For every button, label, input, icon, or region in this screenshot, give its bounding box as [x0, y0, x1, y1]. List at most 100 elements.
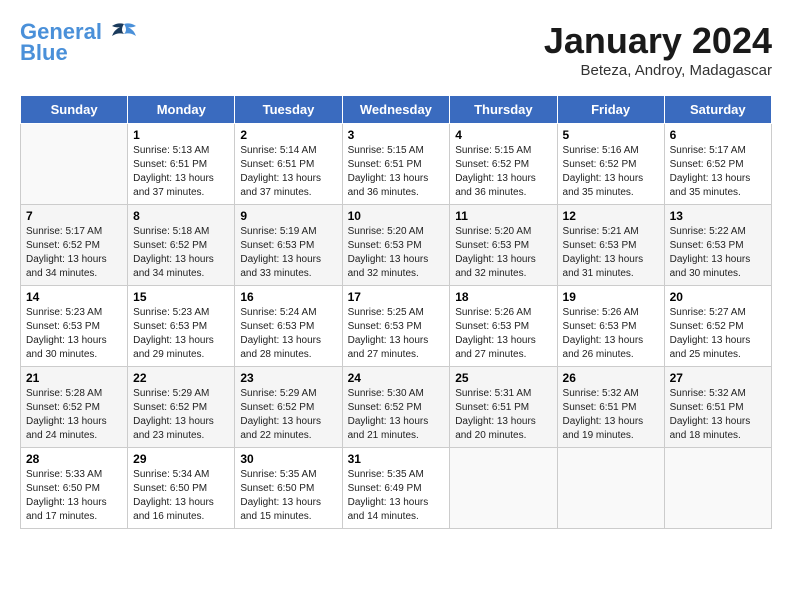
weekday-header: Wednesday	[342, 96, 450, 124]
calendar-cell	[21, 124, 128, 205]
day-number: 1	[133, 128, 229, 142]
calendar-cell: 1 Sunrise: 5:13 AM Sunset: 6:51 PM Daylig…	[128, 124, 235, 205]
calendar-week-row: 1 Sunrise: 5:13 AM Sunset: 6:51 PM Daylig…	[21, 124, 772, 205]
day-info: Sunrise: 5:13 AM Sunset: 6:51 PM Dayligh…	[133, 144, 229, 200]
day-info: Sunrise: 5:29 AM Sunset: 6:52 PM Dayligh…	[133, 387, 229, 443]
calendar-cell: 17 Sunrise: 5:25 AM Sunset: 6:53 PM Dayli…	[342, 286, 450, 367]
day-info: Sunrise: 5:22 AM Sunset: 6:53 PM Dayligh…	[670, 225, 766, 281]
calendar-cell: 31 Sunrise: 5:35 AM Sunset: 6:49 PM Dayli…	[342, 448, 450, 529]
day-info: Sunrise: 5:31 AM Sunset: 6:51 PM Dayligh…	[455, 387, 551, 443]
weekday-header: Sunday	[21, 96, 128, 124]
calendar-week-row: 21 Sunrise: 5:28 AM Sunset: 6:52 PM Dayli…	[21, 367, 772, 448]
day-info: Sunrise: 5:15 AM Sunset: 6:51 PM Dayligh…	[348, 144, 445, 200]
day-number: 3	[348, 128, 445, 142]
calendar-cell: 2Sunrise: 5:14 AM Sunset: 6:51 PM Daylig…	[235, 124, 342, 205]
day-number: 11	[455, 209, 551, 223]
title-block: January 2024 Beteza, Androy, Madagascar	[544, 20, 772, 79]
weekday-header: Monday	[128, 96, 235, 124]
calendar-cell: 10 Sunrise: 5:20 AM Sunset: 6:53 PM Dayli…	[342, 205, 450, 286]
day-number: 5	[563, 128, 659, 142]
calendar-cell: 20 Sunrise: 5:27 AM Sunset: 6:52 PM Dayli…	[664, 286, 771, 367]
day-number: 20	[670, 290, 766, 304]
day-info: Sunrise: 5:26 AM Sunset: 6:53 PM Dayligh…	[563, 306, 659, 362]
day-info: Sunrise: 5:23 AM Sunset: 6:53 PM Dayligh…	[26, 306, 122, 362]
day-number: 9	[240, 209, 336, 223]
weekday-header: Friday	[557, 96, 664, 124]
day-number: 10	[348, 209, 445, 223]
day-number: 28	[26, 452, 122, 466]
calendar-cell: 28 Sunrise: 5:33 AM Sunset: 6:50 PM Dayli…	[21, 448, 128, 529]
calendar-cell: 19 Sunrise: 5:26 AM Sunset: 6:53 PM Dayli…	[557, 286, 664, 367]
calendar-cell: 30 Sunrise: 5:35 AM Sunset: 6:50 PM Dayli…	[235, 448, 342, 529]
calendar-cell: 4Sunrise: 5:15 AM Sunset: 6:52 PM Daylig…	[450, 124, 557, 205]
day-number: 4	[455, 128, 551, 142]
calendar-cell: 5 Sunrise: 5:16 AM Sunset: 6:52 PM Daylig…	[557, 124, 664, 205]
day-number: 12	[563, 209, 659, 223]
day-number: 27	[670, 371, 766, 385]
calendar-cell: 16 Sunrise: 5:24 AM Sunset: 6:53 PM Dayli…	[235, 286, 342, 367]
calendar-cell: 13 Sunrise: 5:22 AM Sunset: 6:53 PM Dayli…	[664, 205, 771, 286]
calendar-cell: 3 Sunrise: 5:15 AM Sunset: 6:51 PM Daylig…	[342, 124, 450, 205]
calendar-cell: 15Sunrise: 5:23 AM Sunset: 6:53 PM Dayli…	[128, 286, 235, 367]
calendar-cell: 8 Sunrise: 5:18 AM Sunset: 6:52 PM Daylig…	[128, 205, 235, 286]
day-info: Sunrise: 5:32 AM Sunset: 6:51 PM Dayligh…	[563, 387, 659, 443]
calendar-cell	[450, 448, 557, 529]
calendar-week-row: 28 Sunrise: 5:33 AM Sunset: 6:50 PM Dayli…	[21, 448, 772, 529]
calendar-cell	[664, 448, 771, 529]
day-number: 22	[133, 371, 229, 385]
calendar-cell	[557, 448, 664, 529]
calendar-cell: 22 Sunrise: 5:29 AM Sunset: 6:52 PM Dayli…	[128, 367, 235, 448]
day-info: Sunrise: 5:18 AM Sunset: 6:52 PM Dayligh…	[133, 225, 229, 281]
day-info: Sunrise: 5:33 AM Sunset: 6:50 PM Dayligh…	[26, 468, 122, 524]
day-info: Sunrise: 5:14 AM Sunset: 6:51 PM Dayligh…	[240, 144, 336, 200]
day-number: 24	[348, 371, 445, 385]
day-number: 30	[240, 452, 336, 466]
calendar-cell: 9 Sunrise: 5:19 AM Sunset: 6:53 PM Daylig…	[235, 205, 342, 286]
day-info: Sunrise: 5:23 AM Sunset: 6:53 PM Dayligh…	[133, 306, 229, 362]
day-info: Sunrise: 5:24 AM Sunset: 6:53 PM Dayligh…	[240, 306, 336, 362]
day-info: Sunrise: 5:17 AM Sunset: 6:52 PM Dayligh…	[670, 144, 766, 200]
weekday-header: Tuesday	[235, 96, 342, 124]
header-row: SundayMondayTuesdayWednesdayThursdayFrid…	[21, 96, 772, 124]
day-number: 17	[348, 290, 445, 304]
calendar-cell: 7 Sunrise: 5:17 AM Sunset: 6:52 PM Daylig…	[21, 205, 128, 286]
day-info: Sunrise: 5:35 AM Sunset: 6:49 PM Dayligh…	[348, 468, 445, 524]
calendar-cell: 26Sunrise: 5:32 AM Sunset: 6:51 PM Dayli…	[557, 367, 664, 448]
day-info: Sunrise: 5:19 AM Sunset: 6:53 PM Dayligh…	[240, 225, 336, 281]
day-info: Sunrise: 5:20 AM Sunset: 6:53 PM Dayligh…	[348, 225, 445, 281]
calendar-cell: 14Sunrise: 5:23 AM Sunset: 6:53 PM Dayli…	[21, 286, 128, 367]
day-info: Sunrise: 5:27 AM Sunset: 6:52 PM Dayligh…	[670, 306, 766, 362]
day-info: Sunrise: 5:35 AM Sunset: 6:50 PM Dayligh…	[240, 468, 336, 524]
location-subtitle: Beteza, Androy, Madagascar	[544, 62, 772, 79]
calendar-cell: 6 Sunrise: 5:17 AM Sunset: 6:52 PM Daylig…	[664, 124, 771, 205]
calendar-cell: 23Sunrise: 5:29 AM Sunset: 6:52 PM Dayli…	[235, 367, 342, 448]
day-info: Sunrise: 5:26 AM Sunset: 6:53 PM Dayligh…	[455, 306, 551, 362]
calendar-cell: 12 Sunrise: 5:21 AM Sunset: 6:53 PM Dayli…	[557, 205, 664, 286]
day-info: Sunrise: 5:16 AM Sunset: 6:52 PM Dayligh…	[563, 144, 659, 200]
weekday-header: Thursday	[450, 96, 557, 124]
weekday-header: Saturday	[664, 96, 771, 124]
day-number: 29	[133, 452, 229, 466]
day-number: 13	[670, 209, 766, 223]
day-info: Sunrise: 5:34 AM Sunset: 6:50 PM Dayligh…	[133, 468, 229, 524]
calendar-cell: 27 Sunrise: 5:32 AM Sunset: 6:51 PM Dayli…	[664, 367, 771, 448]
day-number: 16	[240, 290, 336, 304]
day-number: 19	[563, 290, 659, 304]
day-number: 21	[26, 371, 122, 385]
day-number: 7	[26, 209, 122, 223]
day-number: 6	[670, 128, 766, 142]
day-info: Sunrise: 5:25 AM Sunset: 6:53 PM Dayligh…	[348, 306, 445, 362]
calendar-week-row: 7 Sunrise: 5:17 AM Sunset: 6:52 PM Daylig…	[21, 205, 772, 286]
day-number: 8	[133, 209, 229, 223]
day-info: Sunrise: 5:28 AM Sunset: 6:52 PM Dayligh…	[26, 387, 122, 443]
day-info: Sunrise: 5:17 AM Sunset: 6:52 PM Dayligh…	[26, 225, 122, 281]
day-info: Sunrise: 5:21 AM Sunset: 6:53 PM Dayligh…	[563, 225, 659, 281]
calendar-table: SundayMondayTuesdayWednesdayThursdayFrid…	[20, 95, 772, 529]
day-info: Sunrise: 5:32 AM Sunset: 6:51 PM Dayligh…	[670, 387, 766, 443]
page-header: General Blue January 2024 Beteza, Androy…	[20, 20, 772, 79]
day-info: Sunrise: 5:30 AM Sunset: 6:52 PM Dayligh…	[348, 387, 445, 443]
day-info: Sunrise: 5:20 AM Sunset: 6:53 PM Dayligh…	[455, 225, 551, 281]
calendar-cell: 25Sunrise: 5:31 AM Sunset: 6:51 PM Dayli…	[450, 367, 557, 448]
day-number: 31	[348, 452, 445, 466]
calendar-cell: 21 Sunrise: 5:28 AM Sunset: 6:52 PM Dayli…	[21, 367, 128, 448]
